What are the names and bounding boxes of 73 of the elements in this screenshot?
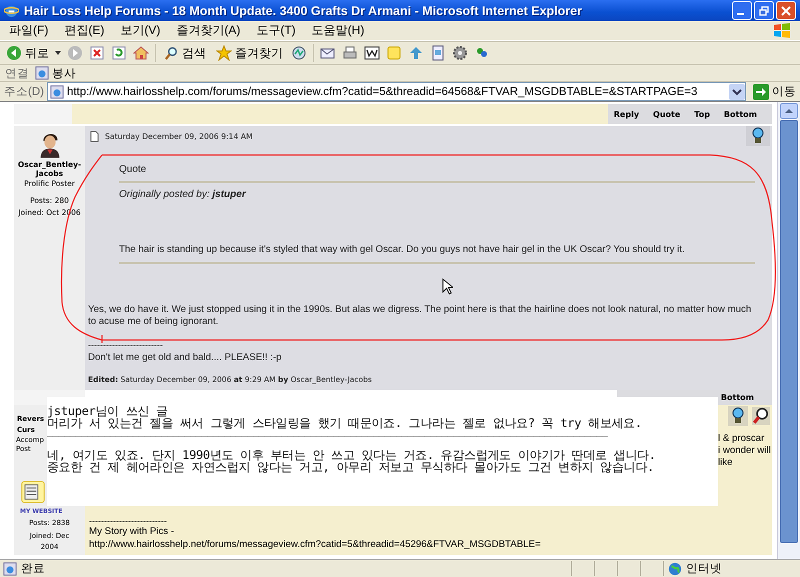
quote-attribution: Originally posted by: jstuper <box>119 189 248 200</box>
caret-icon[interactable] <box>55 51 61 55</box>
light-bulb-icon <box>752 127 764 145</box>
post-text: Yes, we do have it. We just stopped using it in the 1990s. But alas we digress. The point here is that the hairline does not look natural, no matter how much to acuse me of being ignorant. <box>88 304 752 328</box>
document-icon <box>90 131 99 142</box>
search-icon <box>164 46 179 60</box>
dropdown-icon[interactable] <box>729 84 745 100</box>
address-label: 주소(D) <box>4 85 44 99</box>
menu-item[interactable]: 즐겨찾기(A) <box>174 22 242 39</box>
signature-rule: ------------------------- <box>88 341 164 349</box>
page-icon <box>35 66 49 80</box>
search-button[interactable]: 검색 <box>162 44 208 62</box>
cursor-icon <box>442 278 453 295</box>
signature: My Story with Pics - <box>89 525 176 538</box>
close-icon <box>781 6 791 16</box>
refresh-icon[interactable] <box>111 45 127 61</box>
quote-text: The hair is standing up because it's styled that way with gel Oscar. Do you guys not have hair gel in the UK Oscar? You should try it. <box>119 244 755 264</box>
windows-flag-icon <box>772 22 792 40</box>
post-action-link[interactable]: Top <box>694 110 710 118</box>
link-item[interactable]: 봉사 <box>35 66 76 80</box>
restore-icon <box>759 6 769 16</box>
menu-item[interactable]: 보기(V) <box>118 22 162 39</box>
website-icon[interactable] <box>21 480 45 504</box>
menu-item[interactable]: 편집(E) <box>62 22 106 39</box>
translation-text: jstuper님이 쓰신 글 <box>47 405 169 417</box>
status-text: 완료 <box>0 561 571 576</box>
menu-item[interactable]: 도움말(H) <box>310 22 366 39</box>
translation-text: 중요한 건 제 헤어라인은 자연스럽지 않다는 거고, 아무리 저보고 무식하다 몰아가도 그건 변하지 않습니다. <box>47 461 655 473</box>
post-text: l & proscar <box>718 433 766 445</box>
address-field[interactable]: http://www.hairlosshelp.com/forums/messageview.cfm?catid=5&threadid=64568&FTVAR_MSGDBTABLE=&STARTPAGE=3 <box>46 82 746 101</box>
gear-icon[interactable] <box>452 45 468 61</box>
search-icon[interactable] <box>752 407 770 425</box>
browser-logo-icon <box>4 3 19 18</box>
page-icon <box>50 84 64 98</box>
globe-icon <box>668 562 682 576</box>
back-button[interactable]: 뒤로 <box>4 44 51 62</box>
stop-icon[interactable] <box>89 45 105 61</box>
signature: Don't let me get old and bald.... PLEASE!! :-p <box>88 352 283 363</box>
signature-link[interactable]: http://www.hairlosshelp.net/forums/messageview.cfm?catid=5&threadid=45296&FTVAR_MSGDBTABLE= <box>89 538 772 551</box>
favorites-button[interactable]: 즐겨찾기 <box>214 44 285 62</box>
post-action-link[interactable]: Bottom <box>720 393 754 402</box>
page-icon <box>3 562 17 576</box>
home-icon[interactable] <box>133 45 149 61</box>
scroll-thumb[interactable] <box>780 120 798 543</box>
post-action-link[interactable]: Quote <box>653 110 680 118</box>
post-text: i wonder will <box>718 445 768 457</box>
print-icon[interactable] <box>342 45 358 61</box>
maximize-button[interactable] <box>754 1 774 20</box>
signature-rule: -------------------------- <box>89 517 168 525</box>
close-button[interactable] <box>776 1 796 20</box>
star-icon <box>216 45 232 61</box>
post-text: like <box>718 457 734 469</box>
ip-button[interactable] <box>728 406 748 426</box>
links-label: 연결 <box>5 66 29 80</box>
scrollbar[interactable] <box>777 102 800 559</box>
minimize-button[interactable] <box>732 1 752 20</box>
minimize-icon <box>737 13 744 15</box>
window-title: Hair Loss Help Forums - 18 Month Update. 3400 Grafts Dr Armani - Microsoft Internet Explorer <box>24 4 583 18</box>
security-zone: 인터넷 <box>663 561 800 576</box>
media-icon[interactable] <box>291 45 307 61</box>
upload-icon[interactable] <box>408 45 424 61</box>
post-action-link[interactable]: Reply <box>614 110 640 118</box>
edit-icon[interactable] <box>364 45 380 61</box>
quote-label: Quote <box>119 164 755 183</box>
ip-button[interactable] <box>746 126 770 146</box>
go-button[interactable]: 이동 <box>749 84 800 100</box>
post-action-link[interactable]: Bottom <box>724 110 757 118</box>
translation-text: 네, 여기도 있죠. 단지 1990년도 이후 부터는 안 쓰고 있다는 거죠. 유감스럽게도 이야기가 딴데로 샙니다. <box>47 449 657 461</box>
scroll-up-button[interactable] <box>780 103 798 119</box>
light-bulb-icon <box>732 407 744 425</box>
menu-item[interactable]: 도구(T) <box>254 22 298 39</box>
document-icon[interactable] <box>430 45 446 61</box>
menu-item[interactable]: 파일(F) <box>7 22 50 39</box>
